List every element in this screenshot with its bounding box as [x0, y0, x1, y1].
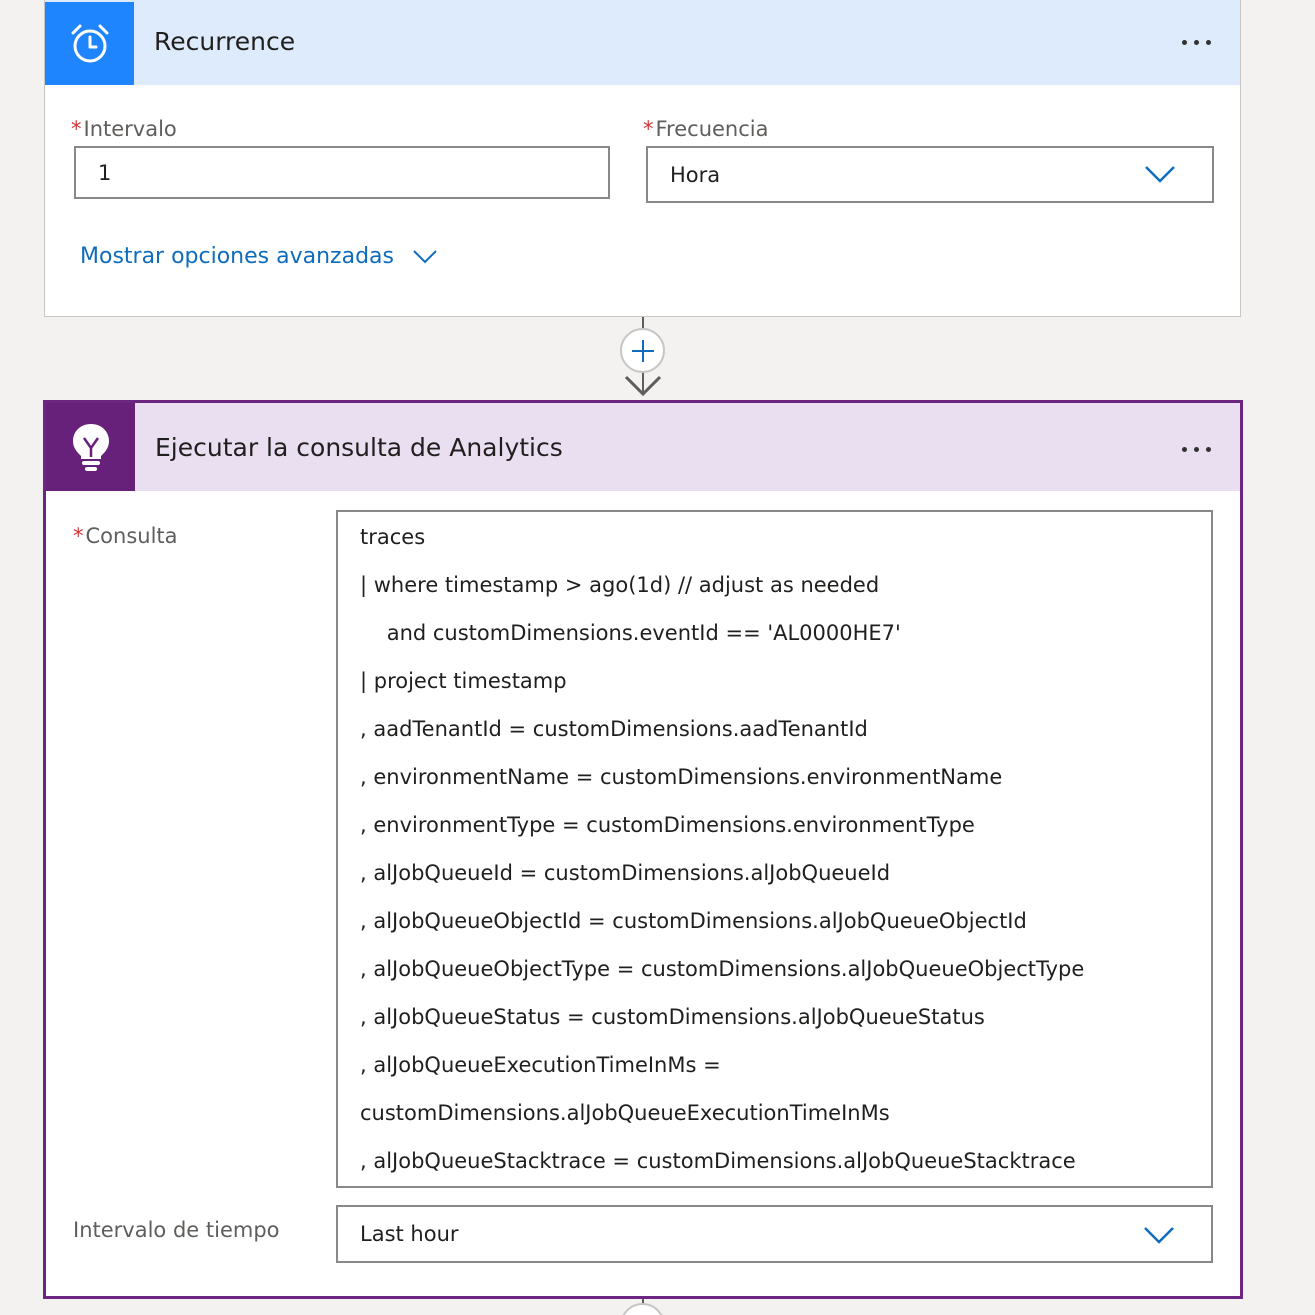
recurrence-card-header[interactable]: Recurrence [45, 0, 1240, 85]
query-line: | where timestamp > ago(1d) // adjust as… [360, 573, 880, 597]
arrow-down-icon [624, 375, 662, 397]
query-label-text: Consulta [85, 524, 178, 548]
interval-label: *Intervalo [71, 117, 177, 141]
query-line: , alJobQueueExecutionTimeInMs = [360, 1053, 721, 1077]
dot-icon [1193, 446, 1199, 452]
recurrence-title: Recurrence [154, 27, 296, 56]
plus-icon [631, 339, 654, 362]
timespan-label: Intervalo de tiempo [73, 1218, 280, 1242]
frequency-label-text: Frecuencia [655, 117, 769, 141]
chevron-down-icon [1144, 164, 1176, 184]
timespan-dropdown[interactable]: Last hour [336, 1205, 1213, 1263]
dot-icon [1205, 39, 1211, 45]
query-line: , environmentType = customDimensions.env… [360, 813, 975, 837]
interval-label-text: Intervalo [83, 117, 177, 141]
recurrence-card: Recurrence *Intervalo 1 *Frecuencia Hora [44, 0, 1241, 317]
frequency-label: *Frecuencia [643, 117, 768, 141]
query-line: customDimensions.alJobQueueExecutionTime… [360, 1101, 890, 1125]
show-advanced-options-text: Mostrar opciones avanzadas [80, 244, 394, 269]
recurrence-icon-box [45, 2, 134, 85]
analytics-query-card: Ejecutar la consulta de Analytics *Consu… [43, 400, 1243, 1299]
analytics-title: Ejecutar la consulta de Analytics [155, 433, 563, 462]
dot-icon [1181, 39, 1187, 45]
query-line: , aadTenantId = customDimensions.aadTena… [360, 717, 868, 741]
timespan-dropdown-value: Last hour [360, 1222, 459, 1246]
show-advanced-options-link[interactable]: Mostrar opciones avanzadas [80, 244, 438, 269]
frequency-dropdown[interactable]: Hora [646, 146, 1214, 203]
chevron-down-icon [413, 249, 437, 263]
query-line: , alJobQueueStatus = customDimensions.al… [360, 1005, 985, 1029]
required-marker: * [71, 117, 82, 141]
query-line: , alJobQueueId = customDimensions.alJobQ… [360, 861, 891, 885]
interval-input[interactable]: 1 [74, 146, 610, 199]
flow-designer-canvas: Recurrence *Intervalo 1 *Frecuencia Hora [0, 0, 1315, 1315]
required-marker: * [73, 524, 84, 548]
alarm-clock-icon [71, 24, 108, 62]
query-line: | project timestamp [360, 669, 567, 693]
query-line: , environmentName = customDimensions.env… [360, 765, 1003, 789]
required-marker: * [643, 117, 654, 141]
interval-input-value: 1 [98, 160, 112, 185]
recurrence-more-options-button[interactable] [1172, 27, 1220, 57]
lightbulb-icon [72, 424, 109, 471]
query-line: , alJobQueueObjectType = customDimension… [360, 957, 1085, 981]
analytics-more-options-button[interactable] [1172, 434, 1220, 464]
query-label: *Consulta [73, 524, 178, 548]
insert-step-button[interactable] [620, 328, 665, 373]
frequency-dropdown-value: Hora [670, 162, 721, 187]
insert-step-button[interactable] [620, 1303, 665, 1315]
query-line: , alJobQueueStacktrace = customDimension… [360, 1149, 1076, 1173]
query-line: traces [360, 525, 426, 549]
dot-icon [1181, 446, 1187, 452]
dot-icon [1205, 446, 1211, 452]
query-line: , alJobQueueObjectId = customDimensions.… [360, 909, 1027, 933]
chevron-down-icon [1143, 1225, 1175, 1245]
analytics-card-header[interactable]: Ejecutar la consulta de Analytics [46, 403, 1240, 491]
query-line: and customDimensions.eventId == 'AL0000H… [360, 621, 901, 645]
analytics-icon-box [46, 403, 135, 491]
query-textarea[interactable]: traces | where timestamp > ago(1d) // ad… [336, 510, 1213, 1188]
dot-icon [1193, 39, 1199, 45]
